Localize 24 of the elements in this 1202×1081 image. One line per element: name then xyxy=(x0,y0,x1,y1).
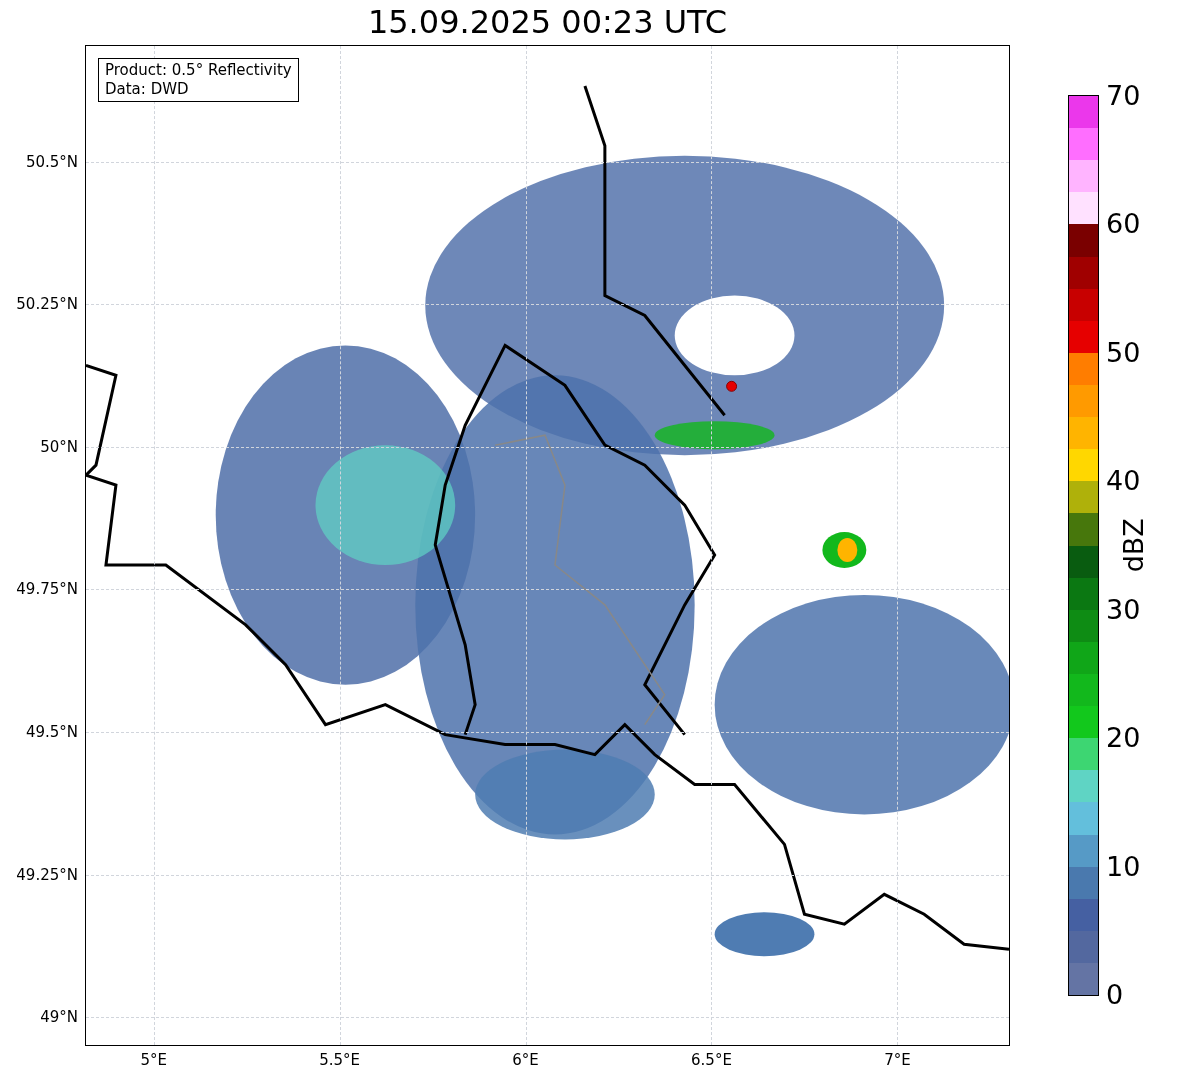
chart-title: 15.09.2025 00:23 UTC xyxy=(367,2,728,43)
colorbar-tick-label: 30 xyxy=(1106,594,1141,625)
axis-tick-label: 50°N xyxy=(40,437,78,456)
axis-tick-label: 50.25°N xyxy=(16,295,78,314)
colorbar-tick-label: 10 xyxy=(1106,851,1141,882)
axis-tick-label: 5°E xyxy=(140,1051,167,1069)
legend-text: Data: DWD xyxy=(105,80,190,99)
axis-tick-label: 6.5°E xyxy=(691,1051,732,1069)
colorbar-tick-label: 20 xyxy=(1106,723,1141,754)
axis-tick-label: 49.5°N xyxy=(25,722,78,741)
axis-tick-label: 50.5°N xyxy=(25,152,78,171)
axis-tick-label: 7°E xyxy=(884,1051,911,1069)
axis-tick-label: 49.75°N xyxy=(16,580,78,599)
axis-tick-label: 5.5°E xyxy=(319,1051,361,1069)
colorbar-tick-label: 70 xyxy=(1106,81,1141,111)
colorbar-tick-label: 0 xyxy=(1106,980,1124,1010)
colorbar-label: dBZ xyxy=(1116,518,1150,573)
axis-tick-label: 49.25°N xyxy=(16,865,78,884)
colorbar-tick-label: 60 xyxy=(1106,209,1141,240)
colorbar-tick-label: 40 xyxy=(1106,466,1141,497)
colorbar-tick-label: 50 xyxy=(1106,337,1141,368)
legend-text: Product: 0.5° Reflectivity xyxy=(105,61,292,80)
axis-tick-label: 6°E xyxy=(512,1051,539,1069)
axis-tick-label: 49°N xyxy=(40,1008,78,1027)
